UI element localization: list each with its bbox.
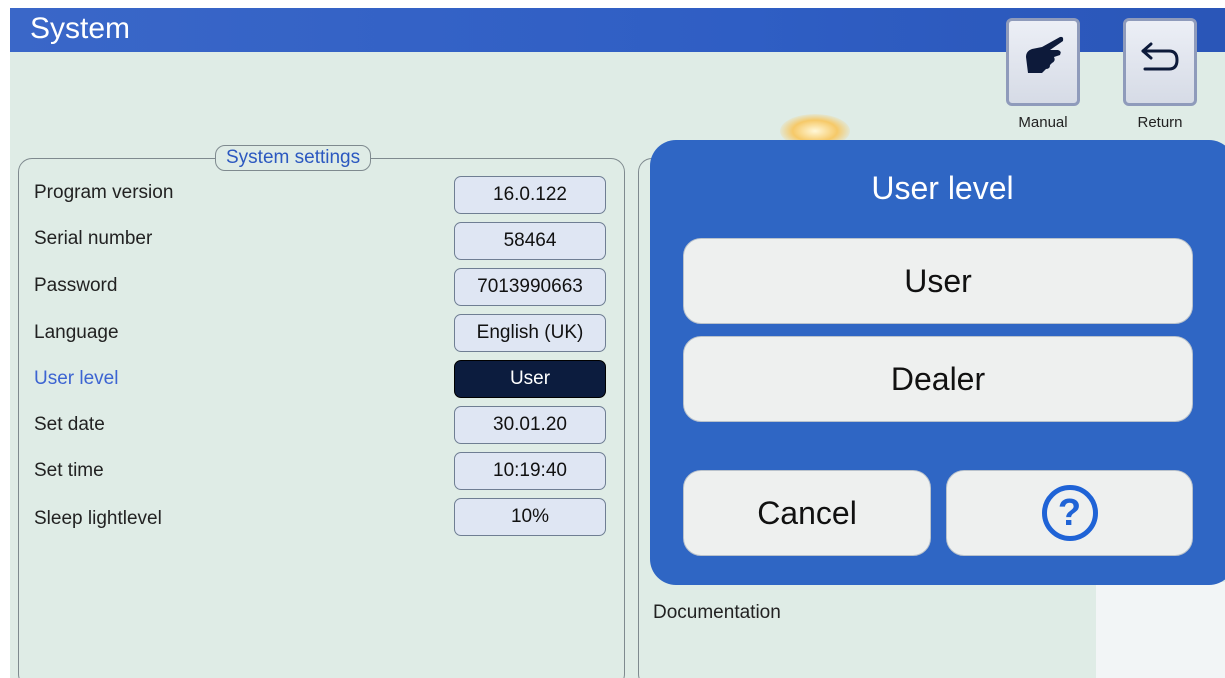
manual-label: Manual [1018,114,1068,131]
serial-number-label: Serial number [34,228,153,249]
language-select[interactable]: English (UK) [454,314,606,352]
manual-button[interactable] [1006,18,1080,106]
password-label: Password [34,275,118,296]
user-level-dialog: User level User Dealer Cancel ? [650,140,1225,585]
sleep-lightlevel-label: Sleep lightlevel [34,508,162,529]
page-title: System [30,12,131,45]
dealer-option-button[interactable]: Dealer [683,336,1193,422]
help-question-icon: ? [1041,485,1098,541]
user-level-field[interactable]: User [454,360,606,398]
set-date-label: Set date [34,414,105,435]
set-time-field[interactable]: 10:19:40 [454,452,606,490]
return-label: Return [1137,114,1183,131]
pointing-hand-icon [1009,31,1077,81]
language-label: Language [34,322,119,343]
dialog-title: User level [871,170,1014,206]
return-button[interactable] [1123,18,1197,106]
user-option-button[interactable]: User [683,238,1193,324]
user-level-label: User level [34,368,119,389]
password-field[interactable]: 7013990663 [454,268,606,306]
set-date-field[interactable]: 30.01.20 [454,406,606,444]
screen: System Manual Return System settings Pro… [10,8,1225,678]
program-version-label: Program version [34,182,174,203]
serial-number-field: 58464 [454,222,606,260]
set-time-label: Set time [34,460,104,481]
system-settings-legend: System settings [215,145,372,171]
documentation-label: Documentation [653,602,781,623]
documentation-area [1096,582,1225,678]
program-version-field: 16.0.122 [454,176,606,214]
cancel-button[interactable]: Cancel [683,470,931,556]
help-button[interactable]: ? [946,470,1193,556]
sleep-lightlevel-field[interactable]: 10% [454,498,606,536]
return-arrow-icon [1126,31,1194,81]
